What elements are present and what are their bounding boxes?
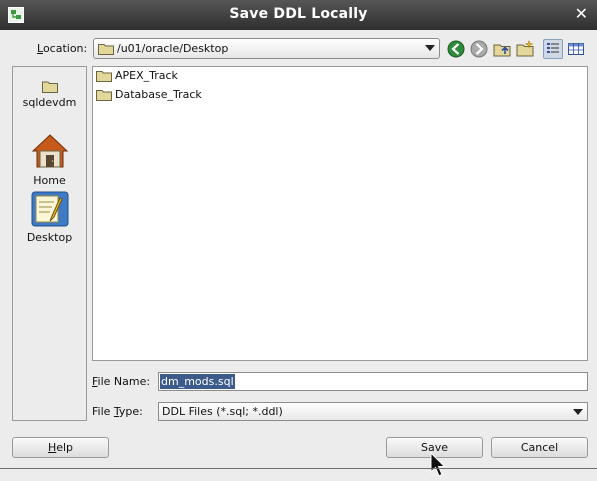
list-item[interactable]: Database_Track [95, 86, 225, 104]
file-list[interactable]: APEX_Track Database_Track [92, 66, 588, 361]
title-bar: Save DDL Locally ✕ [0, 0, 597, 30]
desktop-icon [31, 191, 68, 227]
list-view-button[interactable] [543, 39, 563, 59]
up-folder-button[interactable] [492, 39, 512, 59]
location-combo[interactable]: /u01/oracle/Desktop [93, 38, 440, 59]
file-name-label: APEX_Track [115, 69, 178, 82]
list-item[interactable]: APEX_Track [95, 67, 205, 85]
chevron-down-icon [573, 409, 583, 415]
location-path: /u01/oracle/Desktop [117, 42, 229, 55]
close-icon[interactable]: ✕ [575, 6, 588, 22]
help-button[interactable]: Help [12, 437, 109, 458]
file-type-value: DDL Files (*.sql; *.ddl) [162, 405, 283, 418]
place-home[interactable]: Home [13, 131, 86, 187]
folder-icon [96, 90, 112, 101]
place-label: sqldevdm [22, 96, 77, 109]
divider [0, 468, 597, 469]
place-sqldevdm[interactable]: sqldevdm [13, 79, 86, 109]
place-label: Home [33, 174, 66, 187]
file-name-input[interactable]: dm_mods.sql [158, 372, 588, 391]
up-folder-icon [493, 44, 511, 57]
file-name-field-label: File Name: [92, 375, 151, 388]
details-view-button[interactable] [566, 39, 586, 59]
window-title: Save DDL Locally [229, 6, 368, 22]
details-view-icon [568, 43, 584, 55]
file-name-value: dm_mods.sql [160, 374, 235, 389]
place-desktop[interactable]: Desktop [13, 190, 86, 244]
home-icon [31, 134, 68, 168]
location-label: Location: [37, 42, 88, 55]
list-view-icon [547, 43, 559, 53]
new-folder-icon [516, 40, 534, 57]
mouse-cursor-icon [430, 452, 446, 477]
places-sidebar: sqldevdm Home Desktop [12, 66, 87, 421]
folder-icon [96, 71, 112, 82]
chevron-down-icon [425, 45, 435, 51]
file-type-combo[interactable]: DDL Files (*.sql; *.ddl) [158, 402, 588, 421]
place-label: Desktop [26, 231, 73, 244]
folder-icon [98, 44, 114, 55]
folder-icon [41, 81, 58, 93]
back-icon [447, 40, 465, 58]
file-name-label: Database_Track [115, 88, 202, 101]
file-type-label: File Type: [92, 405, 143, 418]
forward-icon [470, 40, 488, 58]
cancel-button[interactable]: Cancel [491, 437, 588, 458]
forward-button[interactable] [469, 39, 489, 59]
back-button[interactable] [446, 39, 466, 59]
new-folder-button[interactable] [515, 39, 535, 59]
